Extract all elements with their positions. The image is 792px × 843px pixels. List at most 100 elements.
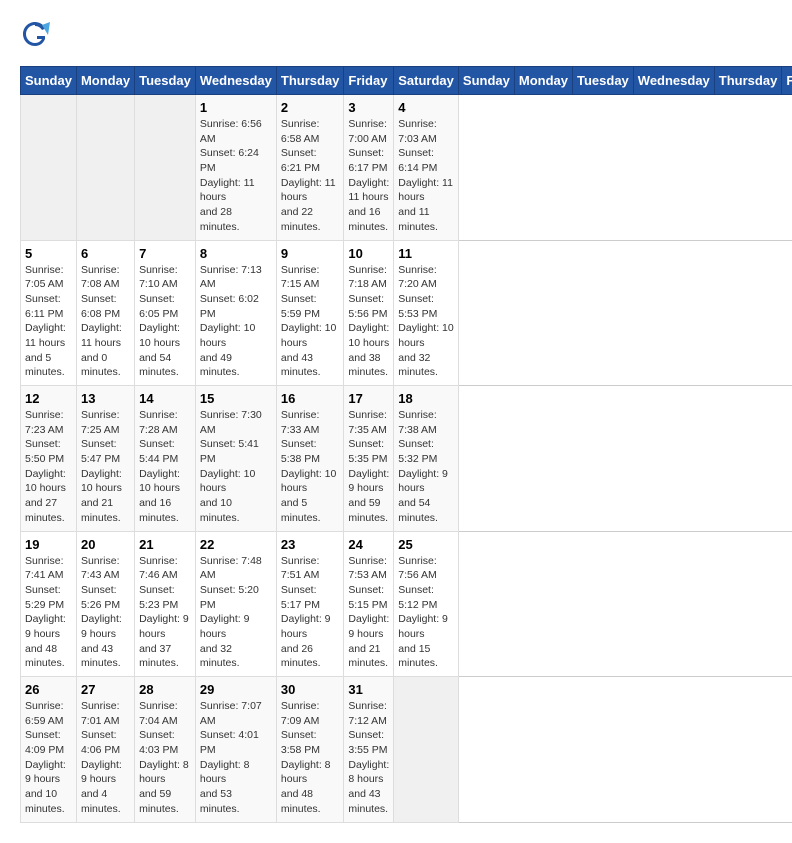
- calendar-table: SundayMondayTuesdayWednesdayThursdayFrid…: [20, 66, 792, 823]
- calendar-cell: 14 Sunrise: 7:28 AM Sunset: 5:44 PM Dayli…: [135, 386, 196, 532]
- weekday-header-friday: Friday: [782, 67, 792, 95]
- calendar-cell: 19Sunrise: 7:41 AM Sunset: 5:29 PM Dayli…: [21, 531, 77, 677]
- day-number: 26: [25, 682, 72, 697]
- calendar-week-row: 5Sunrise: 7:05 AM Sunset: 6:11 PM Daylig…: [21, 240, 792, 386]
- day-info: Sunrise: 7:28 AM Sunset: 5:44 PM Dayligh…: [139, 408, 191, 526]
- calendar-week-row: 26 Sunrise: 6:59 AM Sunset: 4:09 PM Dayli…: [21, 677, 792, 823]
- day-info: Sunrise: 7:04 AM Sunset: 4:03 PM Dayligh…: [139, 699, 191, 817]
- day-number: 30: [281, 682, 340, 697]
- calendar-cell: 20 Sunrise: 7:43 AM Sunset: 5:26 PM Dayli…: [76, 531, 134, 677]
- calendar-cell: 28 Sunrise: 7:04 AM Sunset: 4:03 PM Dayli…: [135, 677, 196, 823]
- day-info: Sunrise: 7:33 AM Sunset: 5:38 PM Dayligh…: [281, 408, 340, 526]
- day-number: 20: [81, 537, 130, 552]
- day-info: Sunrise: 7:18 AM Sunset: 5:56 PM Dayligh…: [348, 263, 389, 381]
- calendar-cell: [135, 95, 196, 241]
- logo-icon: [20, 20, 50, 50]
- weekday-header-friday: Friday: [344, 67, 394, 95]
- calendar-cell: 6 Sunrise: 7:08 AM Sunset: 6:08 PM Daylig…: [76, 240, 134, 386]
- weekday-header-wednesday: Wednesday: [633, 67, 714, 95]
- day-info: Sunrise: 7:41 AM Sunset: 5:29 PM Dayligh…: [25, 554, 72, 672]
- calendar-cell: 29 Sunrise: 7:07 AM Sunset: 4:01 PM Dayli…: [195, 677, 276, 823]
- day-info: Sunrise: 7:35 AM Sunset: 5:35 PM Dayligh…: [348, 408, 389, 526]
- calendar-header-row: SundayMondayTuesdayWednesdayThursdayFrid…: [21, 67, 792, 95]
- day-info: Sunrise: 7:20 AM Sunset: 5:53 PM Dayligh…: [398, 263, 454, 381]
- day-info: Sunrise: 7:53 AM Sunset: 5:15 PM Dayligh…: [348, 554, 389, 672]
- calendar-cell: [21, 95, 77, 241]
- day-info: Sunrise: 7:51 AM Sunset: 5:17 PM Dayligh…: [281, 554, 340, 672]
- weekday-header-sunday: Sunday: [458, 67, 514, 95]
- calendar-cell: [76, 95, 134, 241]
- day-info: Sunrise: 7:30 AM Sunset: 5:41 PM Dayligh…: [200, 408, 272, 526]
- day-number: 13: [81, 391, 130, 406]
- day-number: 17: [348, 391, 389, 406]
- calendar-cell: 7 Sunrise: 7:10 AM Sunset: 6:05 PM Daylig…: [135, 240, 196, 386]
- day-number: 22: [200, 537, 272, 552]
- day-number: 7: [139, 246, 191, 261]
- day-number: 31: [348, 682, 389, 697]
- day-number: 3: [348, 100, 389, 115]
- calendar-cell: 27 Sunrise: 7:01 AM Sunset: 4:06 PM Dayli…: [76, 677, 134, 823]
- calendar-cell: 2 Sunrise: 6:58 AM Sunset: 6:21 PM Daylig…: [276, 95, 344, 241]
- day-number: 11: [398, 246, 454, 261]
- calendar-cell: 31 Sunrise: 7:12 AM Sunset: 3:55 PM Dayli…: [344, 677, 394, 823]
- weekday-header-tuesday: Tuesday: [573, 67, 634, 95]
- day-number: 24: [348, 537, 389, 552]
- day-info: Sunrise: 7:01 AM Sunset: 4:06 PM Dayligh…: [81, 699, 130, 817]
- calendar-cell: 22 Sunrise: 7:48 AM Sunset: 5:20 PM Dayli…: [195, 531, 276, 677]
- day-number: 6: [81, 246, 130, 261]
- day-info: Sunrise: 7:10 AM Sunset: 6:05 PM Dayligh…: [139, 263, 191, 381]
- calendar-cell: 21 Sunrise: 7:46 AM Sunset: 5:23 PM Dayli…: [135, 531, 196, 677]
- day-info: Sunrise: 7:08 AM Sunset: 6:08 PM Dayligh…: [81, 263, 130, 381]
- day-info: Sunrise: 7:25 AM Sunset: 5:47 PM Dayligh…: [81, 408, 130, 526]
- calendar-cell: 17 Sunrise: 7:35 AM Sunset: 5:35 PM Dayli…: [344, 386, 394, 532]
- day-info: Sunrise: 7:48 AM Sunset: 5:20 PM Dayligh…: [200, 554, 272, 672]
- day-number: 25: [398, 537, 454, 552]
- day-info: Sunrise: 7:46 AM Sunset: 5:23 PM Dayligh…: [139, 554, 191, 672]
- calendar-cell: 8Sunrise: 7:13 AM Sunset: 6:02 PM Daylig…: [195, 240, 276, 386]
- calendar-cell: 23 Sunrise: 7:51 AM Sunset: 5:17 PM Dayli…: [276, 531, 344, 677]
- day-number: 27: [81, 682, 130, 697]
- day-number: 8: [200, 246, 272, 261]
- calendar-cell: 4Sunrise: 7:03 AM Sunset: 6:14 PM Daylig…: [394, 95, 459, 241]
- weekday-header-monday: Monday: [76, 67, 134, 95]
- day-info: Sunrise: 6:58 AM Sunset: 6:21 PM Dayligh…: [281, 117, 340, 235]
- calendar-cell: 13 Sunrise: 7:25 AM Sunset: 5:47 PM Dayli…: [76, 386, 134, 532]
- day-number: 18: [398, 391, 454, 406]
- calendar-cell: 15 Sunrise: 7:30 AM Sunset: 5:41 PM Dayli…: [195, 386, 276, 532]
- day-number: 15: [200, 391, 272, 406]
- calendar-cell: 3Sunrise: 7:00 AM Sunset: 6:17 PM Daylig…: [344, 95, 394, 241]
- calendar-cell: 12 Sunrise: 7:23 AM Sunset: 5:50 PM Dayli…: [21, 386, 77, 532]
- weekday-header-wednesday: Wednesday: [195, 67, 276, 95]
- calendar-cell: 1 Sunrise: 6:56 AM Sunset: 6:24 PM Daylig…: [195, 95, 276, 241]
- weekday-header-saturday: Saturday: [394, 67, 459, 95]
- day-info: Sunrise: 6:59 AM Sunset: 4:09 PM Dayligh…: [25, 699, 72, 817]
- day-info: Sunrise: 7:38 AM Sunset: 5:32 PM Dayligh…: [398, 408, 454, 526]
- day-number: 28: [139, 682, 191, 697]
- day-number: 5: [25, 246, 72, 261]
- day-info: Sunrise: 7:23 AM Sunset: 5:50 PM Dayligh…: [25, 408, 72, 526]
- calendar-cell: 16 Sunrise: 7:33 AM Sunset: 5:38 PM Dayli…: [276, 386, 344, 532]
- day-number: 23: [281, 537, 340, 552]
- day-number: 1: [200, 100, 272, 115]
- day-info: Sunrise: 7:43 AM Sunset: 5:26 PM Dayligh…: [81, 554, 130, 672]
- day-number: 21: [139, 537, 191, 552]
- weekday-header-thursday: Thursday: [714, 67, 782, 95]
- day-number: 14: [139, 391, 191, 406]
- day-number: 10: [348, 246, 389, 261]
- calendar-week-row: 19Sunrise: 7:41 AM Sunset: 5:29 PM Dayli…: [21, 531, 792, 677]
- calendar-cell: 5Sunrise: 7:05 AM Sunset: 6:11 PM Daylig…: [21, 240, 77, 386]
- day-number: 12: [25, 391, 72, 406]
- day-info: Sunrise: 7:12 AM Sunset: 3:55 PM Dayligh…: [348, 699, 389, 817]
- day-info: Sunrise: 7:07 AM Sunset: 4:01 PM Dayligh…: [200, 699, 272, 817]
- day-number: 16: [281, 391, 340, 406]
- day-number: 29: [200, 682, 272, 697]
- calendar-week-row: 1 Sunrise: 6:56 AM Sunset: 6:24 PM Daylig…: [21, 95, 792, 241]
- calendar-cell: 30Sunrise: 7:09 AM Sunset: 3:58 PM Dayli…: [276, 677, 344, 823]
- calendar-cell: [394, 677, 459, 823]
- logo: [20, 20, 54, 50]
- weekday-header-thursday: Thursday: [276, 67, 344, 95]
- calendar-cell: 18 Sunrise: 7:38 AM Sunset: 5:32 PM Dayli…: [394, 386, 459, 532]
- day-info: Sunrise: 6:56 AM Sunset: 6:24 PM Dayligh…: [200, 117, 272, 235]
- day-number: 2: [281, 100, 340, 115]
- weekday-header-sunday: Sunday: [21, 67, 77, 95]
